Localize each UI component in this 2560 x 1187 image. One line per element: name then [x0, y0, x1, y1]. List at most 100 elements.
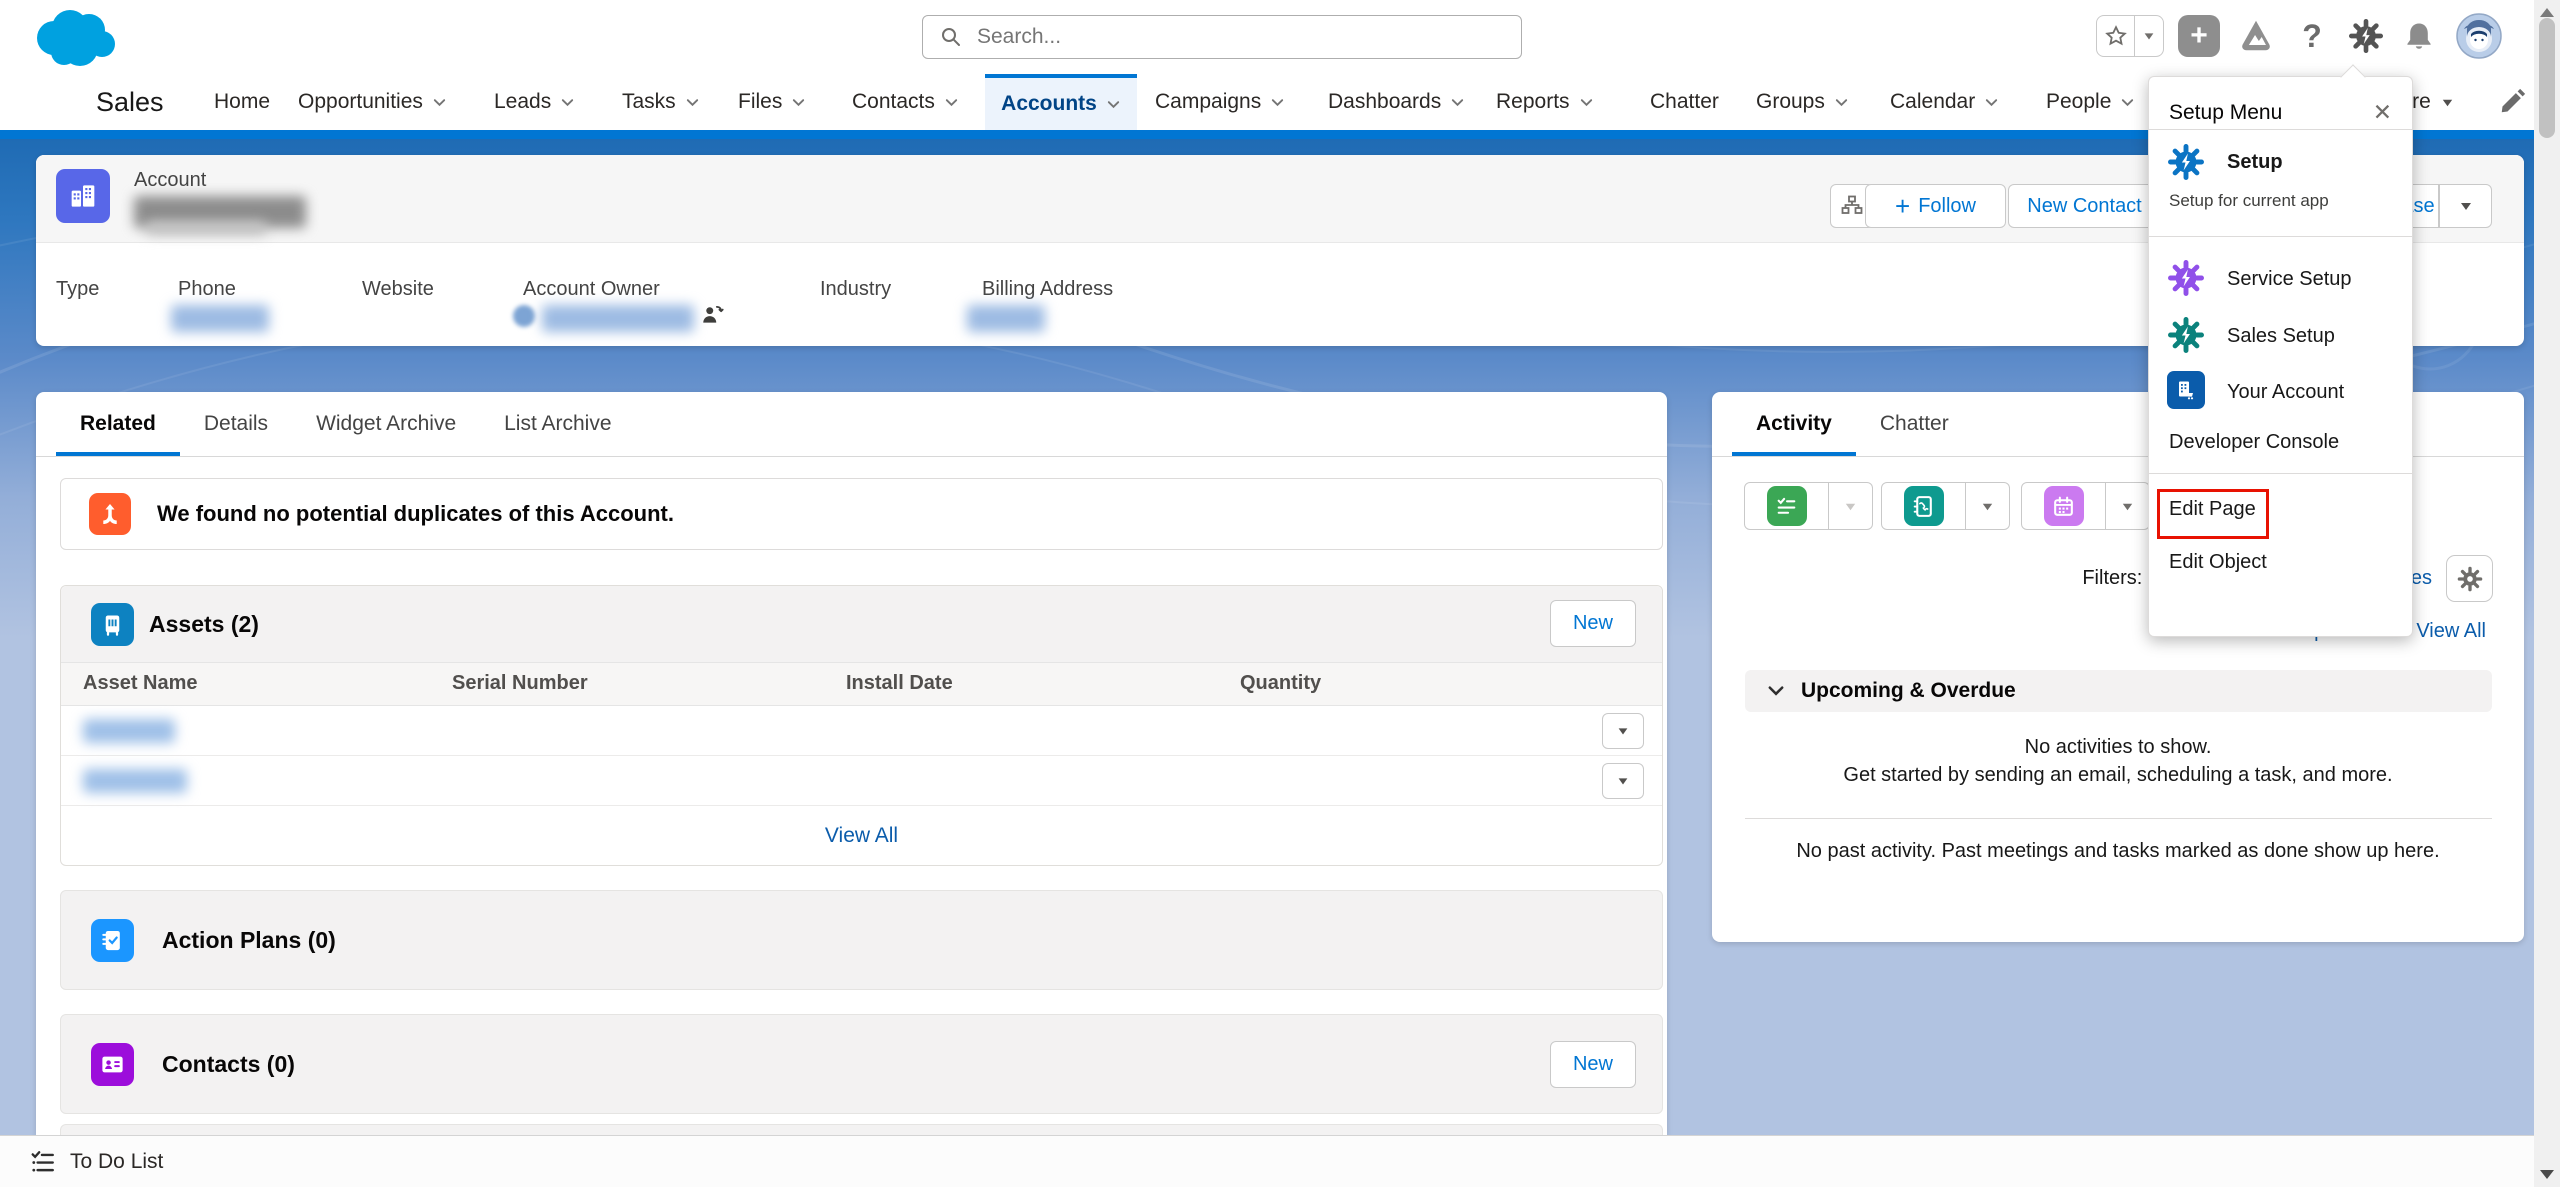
nav-tab-groups[interactable]: Groups [1756, 74, 1849, 130]
column-asset-name[interactable]: Asset Name [83, 672, 198, 695]
chevron-down-icon[interactable] [1984, 95, 1999, 110]
more-actions-dropdown-button[interactable] [2439, 184, 2492, 228]
search-input[interactable] [975, 24, 1459, 50]
setup-menu-item-sales-setup[interactable]: Sales Setup [2227, 325, 2335, 348]
chevron-down-icon[interactable] [1579, 95, 1594, 110]
view-all-link[interactable]: View All [2416, 620, 2486, 643]
action-plans-title[interactable]: Action Plans (0) [162, 927, 336, 954]
chevron-down-icon[interactable] [685, 95, 700, 110]
favorites-dropdown-icon[interactable] [2135, 29, 2163, 43]
tab-list-archive[interactable]: List Archive [480, 392, 635, 456]
new-event-button-group [2021, 482, 2150, 530]
nav-tab-opportunities[interactable]: Opportunities [298, 74, 447, 130]
chevron-down-icon[interactable] [1834, 95, 1849, 110]
scrollbar-down-arrow[interactable] [2540, 1170, 2554, 1179]
duplicate-merge-icon [89, 493, 131, 535]
row-actions-dropdown-button[interactable] [1602, 713, 1644, 749]
chevron-down-icon[interactable] [1450, 95, 1465, 110]
upcoming-overdue-header[interactable]: Upcoming & Overdue [1745, 670, 2492, 712]
nav-tab-calendar[interactable]: Calendar [1890, 74, 1999, 130]
assets-view-all-link[interactable]: View All [825, 824, 898, 848]
owner-avatar [513, 305, 535, 327]
triangle-down-icon [1616, 774, 1630, 788]
entity-label: Account [134, 169, 206, 192]
nav-tab-accounts[interactable]: Accounts [985, 74, 1137, 130]
chevron-down-icon[interactable] [1106, 97, 1121, 112]
edit-navigation-pencil-icon[interactable] [2498, 86, 2528, 121]
tab-activity[interactable]: Activity [1732, 392, 1856, 456]
activity-tabs: Activity Chatter [1732, 392, 1973, 456]
column-serial-number[interactable]: Serial Number [452, 672, 588, 695]
column-install-date[interactable]: Install Date [846, 672, 953, 695]
nav-tab-campaigns[interactable]: Campaigns [1155, 74, 1285, 130]
assets-new-button[interactable]: New [1550, 600, 1636, 647]
activity-settings-button[interactable] [2446, 555, 2493, 602]
log-a-call-dropdown-button[interactable] [1966, 482, 2010, 530]
nav-tab-files[interactable]: Files [738, 74, 806, 130]
setup-menu-item-your-account[interactable]: Your Account [2227, 381, 2344, 404]
setup-menu: Setup Menu ✕ Setup Setup for current app… [2148, 76, 2413, 637]
tab-related[interactable]: Related [56, 392, 180, 456]
favorites-button-group[interactable] [2096, 15, 2164, 57]
notifications-bell-icon[interactable] [2398, 15, 2440, 57]
chevron-down-icon[interactable] [1767, 682, 1785, 700]
new-event-dropdown-button[interactable] [2106, 482, 2150, 530]
global-search [922, 15, 1522, 59]
trailhead-icon[interactable] [2234, 15, 2278, 57]
vertical-scrollbar[interactable] [2534, 0, 2560, 1187]
new-task-dropdown-button[interactable] [1829, 482, 1873, 530]
contacts-title[interactable]: Contacts (0) [162, 1051, 295, 1078]
app-name[interactable]: Sales [96, 74, 164, 130]
scrollbar-up-arrow[interactable] [2540, 8, 2554, 17]
nav-tab-dashboards[interactable]: Dashboards [1328, 74, 1465, 130]
owner-value-redacted [542, 305, 694, 332]
chevron-down-icon[interactable] [432, 95, 447, 110]
row-actions-dropdown-button[interactable] [1602, 763, 1644, 799]
column-quantity[interactable]: Quantity [1240, 672, 1321, 695]
new-contact-button[interactable]: New Contact [2008, 184, 2161, 228]
log-a-call-button[interactable] [1881, 482, 1966, 530]
quick-add-icon[interactable]: + [2178, 15, 2220, 57]
change-owner-icon[interactable] [700, 301, 726, 334]
chevron-down-icon[interactable] [1270, 95, 1285, 110]
close-icon[interactable]: ✕ [2373, 99, 2392, 126]
nav-tab-home[interactable]: Home [214, 74, 270, 130]
nav-tab-tasks[interactable]: Tasks [622, 74, 700, 130]
triangle-down-icon [1616, 724, 1630, 738]
triangle-down-icon[interactable] [2440, 95, 2455, 110]
assets-title[interactable]: Assets (2) [149, 611, 259, 638]
user-avatar[interactable] [2456, 15, 2502, 57]
help-icon[interactable]: ? [2292, 15, 2332, 57]
setup-menu-item-edit-object[interactable]: Edit Object [2169, 551, 2267, 574]
setup-menu-item-setup[interactable]: Setup [2227, 151, 2283, 174]
new-event-button[interactable] [2021, 482, 2106, 530]
tab-widget-archive[interactable]: Widget Archive [292, 392, 480, 456]
contacts-new-button[interactable]: New [1550, 1041, 1636, 1088]
chevron-down-icon[interactable] [791, 95, 806, 110]
new-task-button[interactable] [1744, 482, 1829, 530]
nav-tab-people[interactable]: People [2046, 74, 2135, 130]
todo-list-label[interactable]: To Do List [70, 1150, 163, 1174]
divider [2149, 473, 2412, 474]
chevron-down-icon[interactable] [560, 95, 575, 110]
tab-details[interactable]: Details [180, 392, 292, 456]
nav-tab-reports[interactable]: Reports [1496, 74, 1594, 130]
nav-tab-contacts[interactable]: Contacts [852, 74, 959, 130]
setup-menu-item-service-setup[interactable]: Service Setup [2227, 268, 2352, 291]
asset-name-redacted [83, 769, 187, 793]
account-name-redacted-2 [146, 221, 266, 235]
chevron-down-icon[interactable] [2120, 95, 2135, 110]
chevron-down-icon[interactable] [944, 95, 959, 110]
nav-tab-chatter[interactable]: Chatter [1650, 74, 1719, 130]
follow-button[interactable]: + Follow [1865, 184, 2006, 228]
tab-chatter[interactable]: Chatter [1856, 392, 1973, 456]
triangle-down-icon [1843, 499, 1858, 514]
asset-table-row[interactable] [61, 756, 1662, 806]
triangle-down-icon [2120, 499, 2135, 514]
favorites-star-icon[interactable] [2097, 24, 2134, 48]
asset-table-row[interactable] [61, 706, 1662, 756]
nav-tab-leads[interactable]: Leads [494, 74, 575, 130]
setup-gear-icon[interactable] [2344, 15, 2388, 57]
scrollbar-thumb[interactable] [2539, 18, 2555, 138]
setup-menu-item-developer-console[interactable]: Developer Console [2169, 431, 2339, 454]
